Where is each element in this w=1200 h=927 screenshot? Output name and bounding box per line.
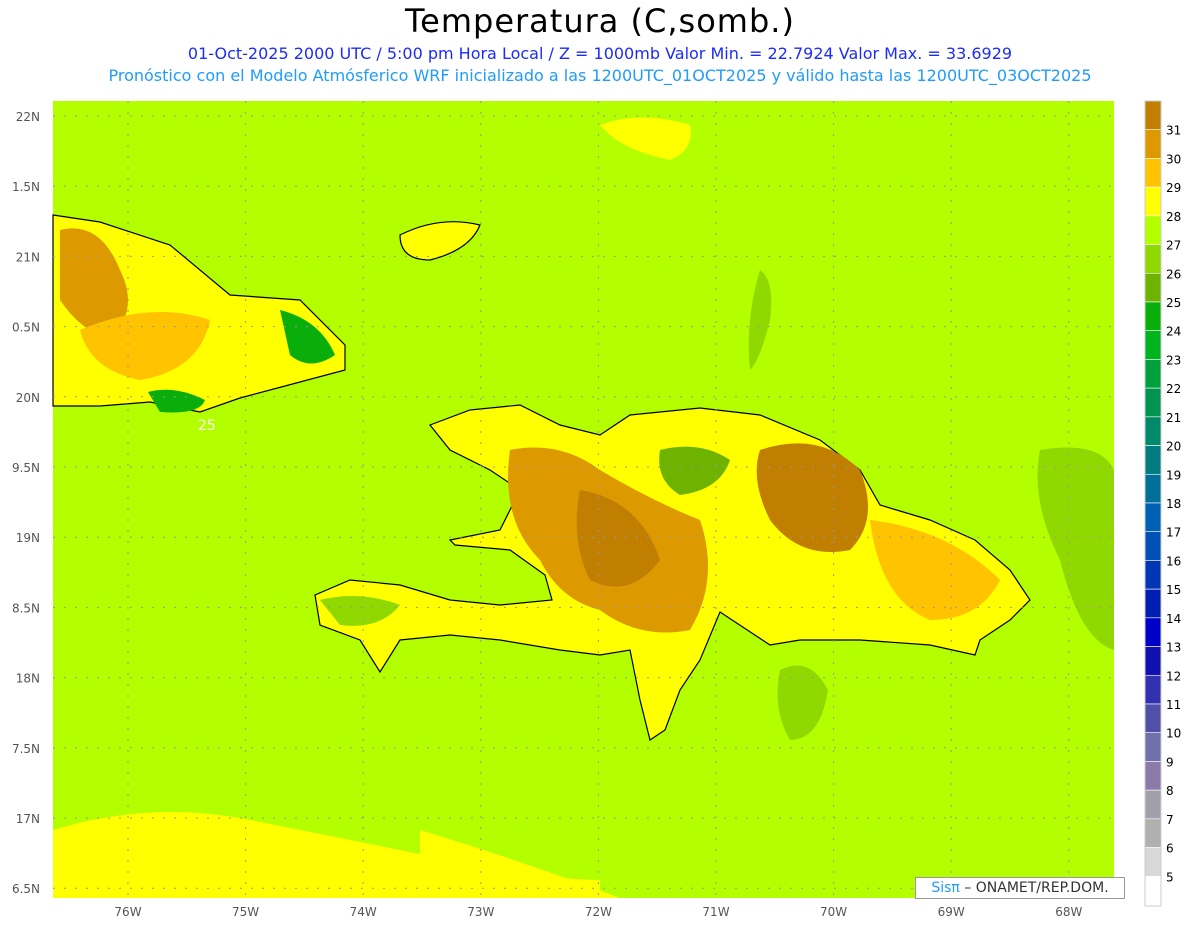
colorbar-label: 27 bbox=[1166, 239, 1181, 253]
colorbar-label: 13 bbox=[1166, 641, 1181, 655]
colorbar-swatch bbox=[1144, 761, 1162, 791]
contour-label: 25 bbox=[198, 418, 216, 434]
colorbar-swatch bbox=[1144, 387, 1162, 418]
colorbar-label: 21 bbox=[1166, 411, 1181, 425]
colorbar-label: 28 bbox=[1166, 210, 1181, 224]
colorbar-swatch bbox=[1144, 215, 1162, 245]
lon-label: 73W bbox=[467, 905, 494, 919]
colorbar-swatch bbox=[1144, 789, 1162, 820]
lat-label: 6.5N bbox=[12, 882, 40, 896]
colorbar: 31 30 29 28 27 26 25 24 23 22 21 20 19 18 17 16 15 14 13 12… bbox=[1144, 100, 1181, 907]
colorbar-label: 17 bbox=[1166, 526, 1181, 540]
lon-label: 68W bbox=[1055, 905, 1082, 919]
lon-label: 70W bbox=[820, 905, 847, 919]
colorbar-label: 10 bbox=[1166, 727, 1181, 741]
colorbar-label: 24 bbox=[1166, 325, 1181, 339]
lat-label: 7.5N bbox=[12, 742, 40, 756]
lat-label: 0.5N bbox=[12, 321, 40, 335]
lon-label: 74W bbox=[350, 905, 377, 919]
colorbar-swatch bbox=[1144, 129, 1162, 159]
lon-label: 75W bbox=[232, 905, 259, 919]
lon-label: 72W bbox=[585, 905, 612, 919]
colorbar-swatch bbox=[1144, 818, 1162, 848]
colorbar-swatch bbox=[1144, 158, 1162, 188]
lat-label: 21N bbox=[16, 250, 40, 264]
colorbar-swatch bbox=[1144, 100, 1162, 131]
lat-label: 19N bbox=[16, 531, 40, 545]
temperature-map: 25 22N 1.5N 21N 0.5N 20N 9.5N 19N 8.5N 18N 7.5N 17… bbox=[12, 100, 1181, 919]
colorbar-swatch bbox=[1144, 272, 1162, 303]
colorbar-label: 22 bbox=[1166, 382, 1181, 396]
colorbar-label: 31 bbox=[1166, 124, 1181, 138]
colorbar-swatch bbox=[1144, 531, 1162, 561]
colorbar-swatch bbox=[1144, 473, 1162, 504]
lat-label: 18N bbox=[16, 672, 40, 686]
colorbar-label: 9 bbox=[1166, 755, 1174, 769]
lat-label: 8.5N bbox=[12, 601, 40, 615]
colorbar-swatch bbox=[1144, 301, 1162, 332]
lon-label: 76W bbox=[114, 905, 141, 919]
colorbar-label: 25 bbox=[1166, 296, 1181, 310]
colorbar-swatch bbox=[1144, 330, 1162, 360]
colorbar-label: 7 bbox=[1166, 813, 1174, 827]
colorbar-swatch bbox=[1144, 617, 1162, 647]
colorbar-label: 30 bbox=[1166, 152, 1181, 166]
lon-label: 69W bbox=[938, 905, 965, 919]
colorbar-label: 14 bbox=[1166, 612, 1181, 626]
sispi-logo: Sisπ bbox=[931, 880, 960, 896]
colorbar-label: 5 bbox=[1166, 870, 1174, 884]
colorbar-swatch bbox=[1144, 186, 1162, 217]
colorbar-label: 20 bbox=[1166, 440, 1181, 454]
lat-label: 20N bbox=[16, 391, 40, 405]
colorbar-label: 18 bbox=[1166, 497, 1181, 511]
colorbar-swatch bbox=[1144, 732, 1162, 762]
colorbar-swatch bbox=[1144, 847, 1162, 877]
colorbar-swatch bbox=[1144, 674, 1162, 705]
colorbar-label: 19 bbox=[1166, 468, 1181, 482]
colorbar-label: 15 bbox=[1166, 583, 1181, 597]
colorbar-label: 16 bbox=[1166, 554, 1181, 568]
lat-label: 9.5N bbox=[12, 461, 40, 475]
lat-label: 22N bbox=[16, 110, 40, 124]
colorbar-label: 8 bbox=[1166, 784, 1174, 798]
colorbar-swatch bbox=[1144, 588, 1162, 619]
colorbar-label: 12 bbox=[1166, 669, 1181, 683]
colorbar-swatch bbox=[1144, 244, 1162, 274]
colorbar-swatch bbox=[1144, 875, 1162, 906]
colorbar-swatch bbox=[1144, 445, 1162, 475]
colorbar-swatch bbox=[1144, 416, 1162, 446]
colorbar-swatch bbox=[1144, 646, 1162, 676]
colorbar-label: 11 bbox=[1166, 698, 1181, 712]
colorbar-label: 23 bbox=[1166, 353, 1181, 367]
credit-text: – ONAMET/REP.DOM. bbox=[964, 880, 1109, 896]
lon-label: 71W bbox=[702, 905, 729, 919]
colorbar-label: 6 bbox=[1166, 842, 1174, 856]
colorbar-swatch bbox=[1144, 502, 1162, 533]
colorbar-swatch bbox=[1144, 703, 1162, 734]
colorbar-swatch bbox=[1144, 560, 1162, 590]
colorbar-label: 29 bbox=[1166, 181, 1181, 195]
lat-label: 17N bbox=[16, 812, 40, 826]
colorbar-label: 26 bbox=[1166, 267, 1181, 281]
lat-label: 1.5N bbox=[12, 180, 40, 194]
credit-box: Sisπ – ONAMET/REP.DOM. bbox=[915, 877, 1125, 899]
colorbar-swatch bbox=[1144, 359, 1162, 389]
